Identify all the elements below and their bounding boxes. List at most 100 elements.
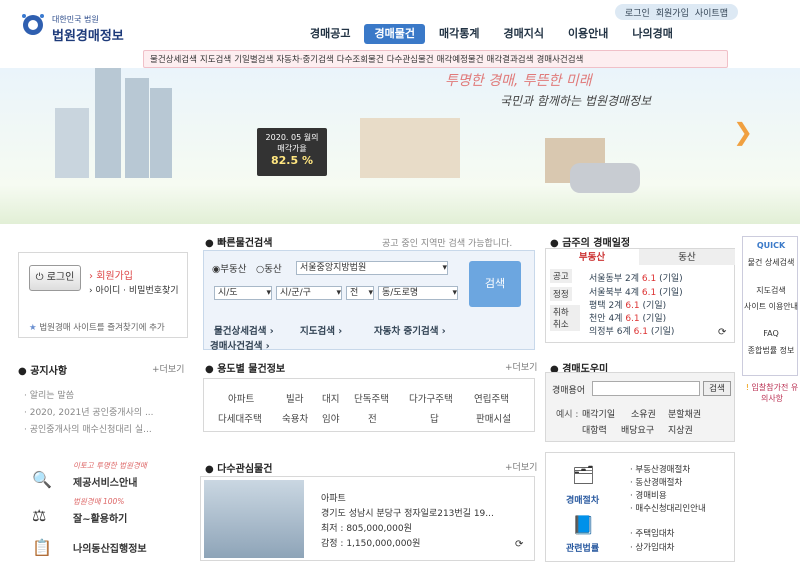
- subnav-scheduled-sale[interactable]: 매각예정물건: [437, 53, 484, 65]
- procedure-link[interactable]: 경매절차: [566, 493, 599, 506]
- nav-notice[interactable]: 경매공고: [300, 24, 360, 44]
- quick-map-search[interactable]: 지도검색: [743, 285, 799, 296]
- usage-guide-link[interactable]: ⚖ 법원경매 100% 잘~활용하기: [18, 497, 188, 532]
- join-link[interactable]: 회원가입: [656, 6, 689, 19]
- type-field[interactable]: 전: [368, 411, 377, 425]
- property-photo[interactable]: [204, 480, 304, 558]
- guide-item[interactable]: · 부동산경매절차: [630, 463, 690, 475]
- quick-legal-info[interactable]: 종합법률 정보: [743, 345, 799, 356]
- types-title: ● 용도별 물건정보: [205, 364, 286, 375]
- link-map-search[interactable]: 지도검색 ›: [300, 323, 342, 337]
- join-link[interactable]: › 회원가입: [89, 267, 133, 282]
- sigungu-select[interactable]: 시/군/구 ▾: [276, 286, 342, 300]
- sitemap-link[interactable]: 사이트맵: [695, 6, 728, 19]
- hero-banner: [0, 68, 800, 224]
- type-villa[interactable]: 빌라: [286, 391, 303, 405]
- schedule-item[interactable]: 의정부 6계 6.1 (기일): [589, 324, 674, 337]
- service-info-link[interactable]: 🔍 이토고 투명한 법원경매 제공서비스안내: [18, 461, 188, 496]
- quick-detail-search[interactable]: 물건 상세검색: [743, 257, 799, 268]
- guide-item[interactable]: · 상가임대차: [630, 541, 675, 553]
- quick-faq[interactable]: FAQ: [743, 329, 799, 338]
- radio-movable[interactable]: ○동산: [256, 261, 282, 275]
- type-forest[interactable]: 임야: [322, 411, 339, 425]
- example-term[interactable]: 지상권: [668, 423, 693, 436]
- subnav-vehicle-search[interactable]: 자동차·중기검색: [276, 53, 333, 65]
- site-logo[interactable]: 대한민국 법원 법원경매정보: [18, 8, 138, 44]
- link-case-search[interactable]: 경매사건검색 ›: [210, 338, 270, 352]
- nav-stats[interactable]: 매각통계: [429, 24, 489, 44]
- subnav-detail-search[interactable]: 물건상세검색: [150, 53, 197, 65]
- notice-item[interactable]: · 2020, 2021년 공인중개사의 ...: [24, 405, 154, 418]
- guide-item[interactable]: · 경매비용: [630, 489, 667, 501]
- refresh-icon[interactable]: ⟳: [718, 327, 726, 338]
- filter-notice[interactable]: 공고: [550, 269, 572, 283]
- refresh-icon[interactable]: ⟳: [515, 539, 523, 550]
- nav-my-auction[interactable]: 나의경매: [622, 24, 682, 44]
- example-term[interactable]: 소유권: [631, 407, 656, 420]
- type-retail[interactable]: 판매시설: [476, 411, 511, 425]
- sido-select[interactable]: 시/도 ▾: [214, 286, 272, 300]
- favorite-link[interactable]: ★ 법원경매 사이트를 즐겨찾기에 추가: [29, 321, 165, 333]
- law-link[interactable]: 관련법률: [566, 541, 599, 554]
- filter-withdrawn[interactable]: 취하 취소: [550, 305, 580, 331]
- type-land[interactable]: 대지: [322, 391, 339, 405]
- guide-item[interactable]: · 매수신청대리인안내: [630, 502, 706, 514]
- schedule-item[interactable]: 평택 2계 6.1 (기일): [589, 298, 666, 311]
- example-term[interactable]: 매각기일: [582, 407, 615, 420]
- types-more-link[interactable]: +더보기: [505, 360, 537, 373]
- hot-item-card[interactable]: 아파트 경기도 성남시 분당구 정자일로213번길 19... 최저 : 805…: [200, 476, 535, 561]
- bid-caution-link[interactable]: ! 입찰참가전 유의사항: [744, 382, 800, 404]
- notice-item[interactable]: · 공인중개사의 매수신청대리 실...: [24, 422, 152, 435]
- nav-items[interactable]: 경매물건: [364, 24, 425, 44]
- notice-title-text: 공지사항: [30, 366, 68, 377]
- quick-search-title-text: 빠른물건검색: [217, 238, 273, 249]
- tab-realestate[interactable]: 부동산: [546, 249, 638, 265]
- example-term[interactable]: 분할채권: [668, 407, 701, 420]
- type-car[interactable]: 숙용차: [282, 411, 308, 425]
- quick-site-guide[interactable]: 사이트 이용안내: [743, 301, 799, 312]
- link-detail-search[interactable]: 물건상세검색 ›: [214, 323, 274, 337]
- subnav-sale-result[interactable]: 매각결과검색: [487, 53, 534, 65]
- hot-more-link[interactable]: +더보기: [505, 460, 537, 473]
- filter-correction[interactable]: 정정: [550, 287, 572, 301]
- radio-realestate[interactable]: ◉부동산: [212, 261, 247, 275]
- notice-item[interactable]: · 알리는 말씀: [24, 388, 74, 401]
- court-select[interactable]: 서울중앙지방법원 ▾: [296, 261, 448, 275]
- type-paddy[interactable]: 답: [430, 411, 439, 425]
- search-button[interactable]: 검색: [469, 261, 521, 307]
- type-multiplex[interactable]: 다세대주택: [218, 411, 262, 425]
- notice-more-link[interactable]: +더보기: [152, 362, 184, 375]
- guide-item[interactable]: · 동산경매절차: [630, 476, 682, 488]
- subnav-date-search[interactable]: 기일별검색: [234, 53, 273, 65]
- chevron-right-icon[interactable]: ❯: [733, 118, 753, 146]
- my-execution-info-link[interactable]: 📋 나의동산집행정보: [18, 538, 188, 564]
- schedule-item[interactable]: 서울동부 2계 6.1 (기일): [589, 271, 683, 284]
- schedule-item[interactable]: 천안 4계 6.1 (기일): [589, 311, 666, 324]
- login-button[interactable]: ⏻ 로그인: [29, 265, 81, 291]
- quick-title: QUICK: [756, 241, 786, 250]
- schedule-item[interactable]: 서울북부 4계 6.1 (기일): [589, 285, 683, 298]
- term-search-button[interactable]: 검색: [703, 381, 731, 396]
- type-apartment[interactable]: 아파트: [228, 391, 254, 405]
- login-link[interactable]: 로그인: [625, 6, 650, 19]
- more-label: 더보기: [512, 363, 538, 373]
- type-multi-household[interactable]: 다가구주택: [409, 391, 453, 405]
- example-term[interactable]: 대항력: [582, 423, 607, 436]
- nav-guide[interactable]: 이용안내: [558, 24, 618, 44]
- jeon-select[interactable]: 전 ▾: [346, 286, 374, 300]
- type-detached[interactable]: 단독주택: [354, 391, 389, 405]
- term-input[interactable]: [592, 381, 700, 396]
- subnav-map-search[interactable]: 지도검색: [200, 53, 231, 65]
- example-term[interactable]: 배당요구: [621, 423, 654, 436]
- subnav-multi-interest[interactable]: 다수관심물건: [387, 53, 434, 65]
- subnav-case-search[interactable]: 경매사건검색: [536, 53, 583, 65]
- link-vehicle-search[interactable]: 자동차 중기검색 ›: [374, 323, 446, 337]
- sale-rate-board: 2020. 05 월의 매각가율 82.5 %: [257, 128, 327, 176]
- guide-item[interactable]: · 주택임대차: [630, 527, 675, 539]
- dong-select[interactable]: 동/도로명 ▾: [378, 286, 458, 300]
- find-account-link[interactable]: › 아이디 · 비밀번호찾기: [89, 283, 179, 296]
- nav-knowledge[interactable]: 경매지식: [493, 24, 553, 44]
- tab-movable[interactable]: 동산: [639, 249, 735, 265]
- subnav-multi-view[interactable]: 다수조회물건: [337, 53, 384, 65]
- type-row-house[interactable]: 연립주택: [474, 391, 509, 405]
